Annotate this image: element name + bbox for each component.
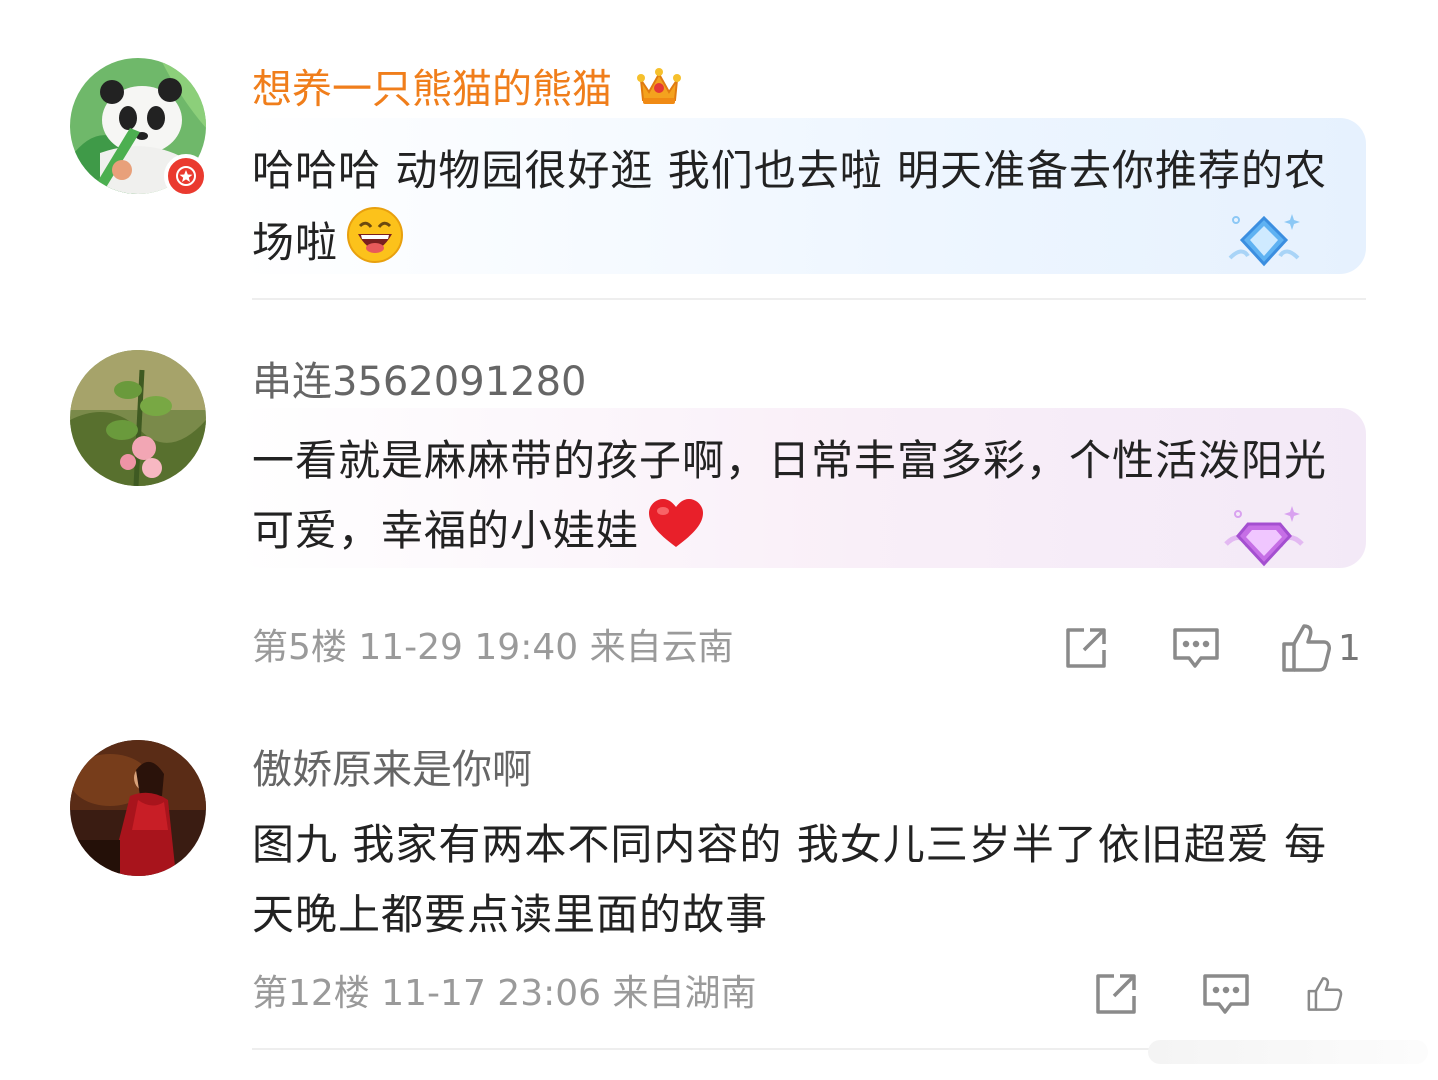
comment-meta: 第5楼 11-29 19:40 来自云南: [252, 627, 734, 668]
divider: [252, 298, 1366, 300]
crown-icon: [635, 64, 683, 119]
reply-button[interactable]: [1166, 618, 1226, 678]
avatar[interactable]: [70, 350, 206, 486]
purple-diamond-icon: [1222, 500, 1306, 578]
like-button[interactable]: 1: [1276, 618, 1366, 678]
red-star-badge-icon: [164, 154, 208, 198]
scroll-indicator[interactable]: [1148, 1040, 1428, 1064]
share-button[interactable]: [1056, 618, 1116, 678]
avatar[interactable]: [70, 740, 206, 876]
share-button[interactable]: [1086, 964, 1146, 1024]
red-heart-emoji-icon: [647, 497, 705, 570]
comment-bubble[interactable]: 哈哈哈 动物园很好逛 我们也去啦 明天准备去你推荐的农场啦: [236, 118, 1366, 274]
laughing-emoji-icon: [346, 206, 404, 285]
comment-text: 哈哈哈 动物园很好逛 我们也去啦 明天准备去你推荐的农场啦: [252, 146, 1328, 267]
red-dress-avatar-icon: [70, 740, 206, 876]
comment-icon: [1173, 628, 1219, 668]
like-button[interactable]: [1306, 964, 1366, 1024]
username[interactable]: 傲娇原来是你啊: [252, 746, 532, 794]
comment-icon: [1203, 974, 1249, 1014]
comment-meta: 第12楼 11-17 23:06 来自湖南: [252, 973, 757, 1014]
share-icon: [1066, 628, 1106, 668]
comment-actions: [1036, 964, 1366, 1024]
comment-text[interactable]: 图九 我家有两本不同内容的 我女儿三岁半了依旧超爱 每天晚上都要点读里面的故事: [252, 810, 1362, 950]
thumbs-up-icon: [1282, 624, 1331, 672]
thumbs-up-icon: [1307, 977, 1343, 1011]
comment-text: 一看就是麻麻带的孩子啊，日常丰富多彩，个性活泼阳光可爱，幸福的小娃娃: [252, 436, 1328, 555]
like-count: 1: [1338, 627, 1361, 669]
blue-diamond-icon: [1222, 206, 1306, 284]
username-text[interactable]: 想养一只熊猫的熊猫: [252, 67, 612, 113]
reply-button[interactable]: [1196, 964, 1256, 1024]
comment-bubble[interactable]: 一看就是麻麻带的孩子啊，日常丰富多彩，个性活泼阳光可爱，幸福的小娃娃: [236, 408, 1366, 568]
plant-avatar-icon: [70, 350, 206, 486]
username[interactable]: 想养一只熊猫的熊猫: [252, 64, 683, 119]
username[interactable]: 串连3562091280: [252, 358, 587, 406]
comment-actions: 1: [1006, 618, 1366, 678]
share-icon: [1096, 974, 1136, 1014]
